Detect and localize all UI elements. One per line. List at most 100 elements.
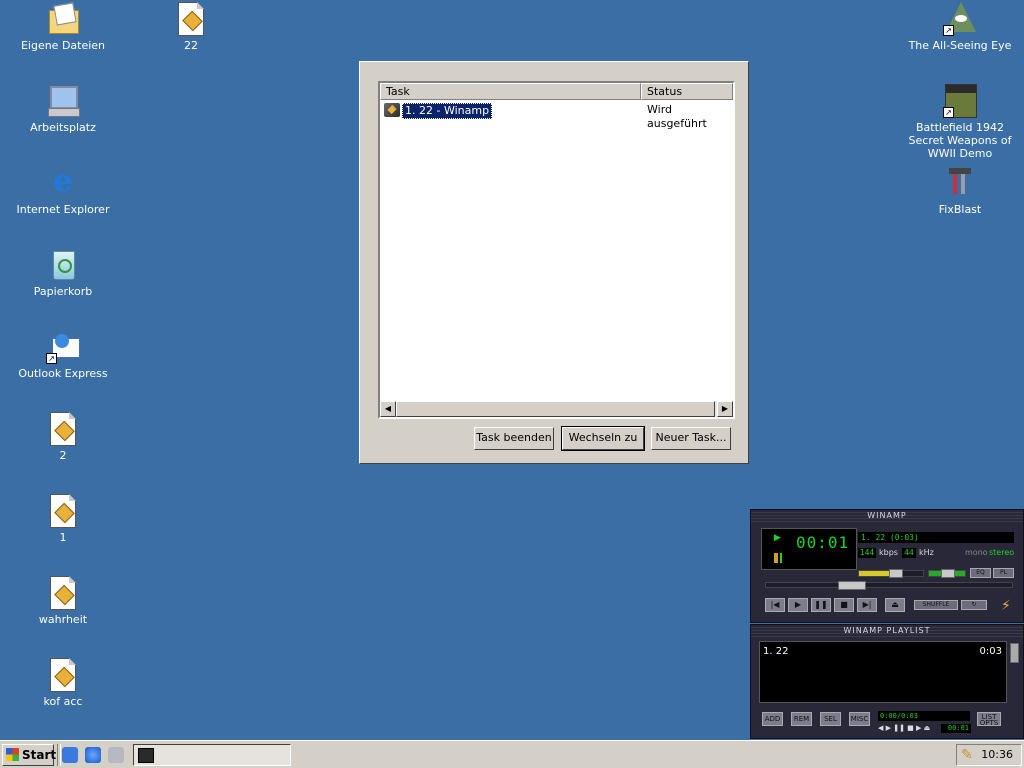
playlist-time-display: 0:00/0:03: [878, 711, 970, 721]
playlist-mini-controls[interactable]: ◀ ▶ ❚❚ ■ ▶ ⏏: [878, 724, 930, 732]
desktop-icon-file-1[interactable]: 1: [3, 494, 123, 544]
desktop-icon-papierkorb[interactable]: Papierkorb: [3, 248, 123, 298]
desktop-icon-eigene-dateien[interactable]: Eigene Dateien: [3, 2, 123, 52]
playlist-list-options-button[interactable]: LIST OPTS: [977, 712, 1001, 727]
scroll-thumb[interactable]: [396, 401, 715, 417]
winamp-titlebar[interactable]: WINAMP: [751, 510, 1023, 522]
new-task-button[interactable]: Neuer Task...: [651, 427, 731, 450]
desktop-icon-outlook-express[interactable]: ↗ Outlook Express: [3, 330, 123, 380]
winamp-file-icon: [46, 658, 80, 692]
taskbar: Start ✎ 10:36: [0, 740, 1024, 768]
quicklaunch-internet-explorer-icon[interactable]: [85, 747, 101, 763]
winamp-file-icon: [46, 494, 80, 528]
volume-slider[interactable]: [858, 569, 924, 578]
spectrum-visualizer[interactable]: [774, 553, 794, 563]
my-computer-icon: [46, 84, 80, 118]
eq-toggle-button[interactable]: EQ: [970, 568, 991, 578]
task-manager-dialog: Task Status 1. 22 - Winamp Wird ausgefüh…: [359, 61, 749, 464]
playlist-list[interactable]: 1. 22 0:03: [759, 641, 1007, 703]
system-tray: ✎ 10:36: [956, 744, 1022, 766]
winamp-tray-icon[interactable]: ✎: [961, 747, 973, 763]
seek-knob[interactable]: [838, 581, 866, 590]
playlist-misc-button[interactable]: MISC: [849, 712, 870, 726]
playlist-toggle-button[interactable]: PL: [993, 568, 1014, 578]
winamp-file-icon: [46, 576, 80, 610]
play-button[interactable]: ▶: [788, 598, 808, 612]
desktop-icon-arbeitsplatz[interactable]: Arbeitsplatz: [3, 84, 123, 134]
volume-knob[interactable]: [889, 569, 903, 578]
pause-button[interactable]: ❚❚: [811, 598, 831, 612]
winamp-file-icon: [174, 2, 208, 36]
song-title-display[interactable]: 1. 22 (0:03): [858, 532, 1014, 543]
playlist-select-button[interactable]: SEL: [820, 712, 841, 726]
playlist-add-button[interactable]: ADD: [762, 712, 783, 726]
seek-bar[interactable]: [765, 581, 1013, 590]
task-row[interactable]: 1. 22 - Winamp Wird ausgeführt: [382, 102, 731, 130]
switch-to-button[interactable]: Wechseln zu: [561, 426, 645, 451]
playlist-scrollbar[interactable]: [1010, 643, 1019, 663]
task-name: 1. 22 - Winamp: [402, 103, 493, 119]
desktop-icon-fixblast[interactable]: FixBlast: [900, 166, 1020, 216]
taskbar-divider: [57, 744, 61, 766]
internet-explorer-icon: e: [53, 164, 73, 199]
column-header-task[interactable]: Task: [380, 83, 641, 100]
previous-button[interactable]: |◀: [765, 598, 785, 612]
playlist-remove-button[interactable]: REM: [791, 712, 812, 726]
outlook-express-icon: ↗: [46, 330, 80, 364]
task-list[interactable]: Task Status 1. 22 - Winamp Wird ausgefüh…: [378, 81, 735, 419]
repeat-button[interactable]: ↻: [961, 600, 987, 610]
winamp-icon: [384, 103, 400, 117]
my-documents-icon: [46, 2, 80, 36]
desktop-icon-file-22[interactable]: 22: [131, 2, 251, 52]
playlist-item[interactable]: 1. 22 0:03: [763, 646, 1002, 657]
recycle-bin-icon: [46, 248, 80, 282]
desktop-icon-label: wahrheit: [38, 613, 88, 626]
desktop-icon-label: 2: [59, 449, 67, 462]
winamp-logo-icon[interactable]: ⚡: [1001, 598, 1011, 614]
desktop-icon-label: Battlefield 1942 Secret Weapons of WWII …: [908, 121, 1012, 160]
desktop-icon-battlefield[interactable]: ↗ Battlefield 1942 Secret Weapons of WWI…: [900, 84, 1020, 160]
playlist-titlebar[interactable]: WINAMP PLAYLIST: [751, 625, 1023, 637]
desktop-icon-label: Outlook Express: [18, 367, 108, 380]
balance-knob[interactable]: [941, 569, 955, 578]
khz-label: kHz: [919, 548, 934, 557]
stereo-indicator: stereo: [989, 548, 1015, 557]
winamp-playlist-window: WINAMP PLAYLIST 1. 22 0:03 ADD REM SEL M…: [750, 624, 1024, 739]
samplerate-display: 44: [902, 548, 916, 558]
winamp-time[interactable]: 00:01: [796, 533, 849, 552]
eject-button[interactable]: ⏏: [885, 598, 905, 612]
desktop-icon-label: Arbeitsplatz: [30, 121, 96, 134]
playlist-item-duration: 0:03: [979, 646, 1002, 657]
start-button[interactable]: Start: [2, 744, 57, 766]
task-list-header: Task Status: [380, 83, 733, 100]
all-seeing-eye-icon: ↗: [943, 2, 977, 36]
battlefield-icon: ↗: [943, 84, 977, 118]
stop-button[interactable]: ■: [834, 598, 854, 612]
column-header-status[interactable]: Status: [641, 83, 733, 100]
scroll-right-icon[interactable]: ▶: [717, 401, 733, 417]
desktop-icon-label: The All-Seeing Eye: [908, 39, 1012, 52]
start-label: Start: [22, 748, 57, 762]
clock[interactable]: 10:36: [981, 745, 1013, 765]
desktop-icon-kof-acc[interactable]: kof acc: [3, 658, 123, 708]
desktop-icon-wahrheit[interactable]: wahrheit: [3, 576, 123, 626]
winamp-file-icon: [46, 412, 80, 446]
end-task-button[interactable]: Task beenden: [474, 427, 554, 450]
balance-slider[interactable]: [928, 569, 966, 578]
bitrate-display: 144: [858, 548, 876, 558]
desktop-icon-label: Papierkorb: [33, 285, 93, 298]
shortcut-arrow-icon: ↗: [943, 25, 954, 36]
desktop-icon-file-2[interactable]: 2: [3, 412, 123, 462]
quicklaunch-drive-icon[interactable]: [108, 747, 124, 763]
shuffle-button[interactable]: SHUFFLE: [914, 600, 958, 610]
show-desktop-icon[interactable]: [62, 747, 78, 763]
desktop-icon-label: 22: [184, 39, 198, 52]
desktop-icon-internet-explorer[interactable]: e Internet Explorer: [3, 164, 123, 217]
horizontal-scrollbar[interactable]: ◀ ▶: [380, 401, 733, 417]
playlist-elapsed: 00:01: [941, 724, 971, 733]
kbps-label: kbps: [879, 548, 898, 557]
next-button[interactable]: ▶|: [857, 598, 877, 612]
taskbar-button-task-manager[interactable]: [133, 744, 291, 766]
scroll-left-icon[interactable]: ◀: [380, 401, 396, 417]
desktop-icon-all-seeing-eye[interactable]: ↗ The All-Seeing Eye: [900, 2, 1020, 52]
